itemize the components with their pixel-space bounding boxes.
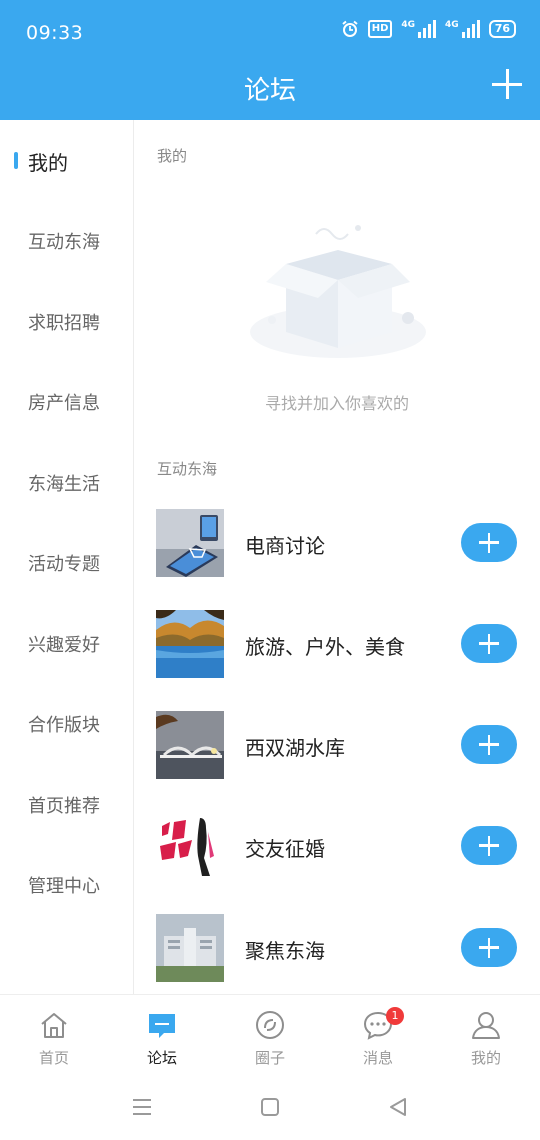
sidebar-item-recommend[interactable]: 首页推荐 bbox=[0, 764, 133, 844]
bottom-tab-bar: 首页 论坛 圈子 1 消息 我的 bbox=[0, 994, 540, 1078]
alarm-icon bbox=[342, 20, 358, 37]
profile-icon bbox=[472, 1012, 500, 1039]
sidebar-item-label: 活动专题 bbox=[28, 554, 100, 575]
forum-thumbnail bbox=[156, 610, 224, 678]
join-forum-button[interactable] bbox=[461, 624, 517, 663]
add-post-button[interactable] bbox=[492, 69, 522, 99]
sidebar-item-label: 求职招聘 bbox=[28, 313, 100, 334]
sidebar-item-label: 兴趣爱好 bbox=[28, 635, 100, 656]
join-forum-button[interactable] bbox=[461, 725, 517, 764]
sidebar-item-label: 首页推荐 bbox=[28, 796, 100, 817]
home-square-icon[interactable] bbox=[259, 1096, 281, 1118]
forum-row-travel[interactable]: 旅游、户外、美食 bbox=[134, 610, 540, 678]
unread-badge: 1 bbox=[386, 1007, 404, 1025]
section-title-my: 我的 bbox=[157, 147, 188, 165]
signal-icon: 4G bbox=[401, 20, 437, 38]
tab-circle[interactable]: 圈子 bbox=[216, 995, 324, 1079]
forum-row-focus[interactable]: 聚焦东海 bbox=[134, 914, 540, 982]
section-title-interact: 互动东海 bbox=[157, 460, 218, 478]
tab-forum[interactable]: 论坛 bbox=[108, 995, 216, 1079]
tab-label: 首页 bbox=[38, 1049, 69, 1067]
sidebar-item-events[interactable]: 活动专题 bbox=[0, 522, 133, 602]
sidebar-item-interact[interactable]: 互动东海 bbox=[0, 200, 133, 280]
hd-indicator: HD bbox=[367, 20, 393, 38]
circle-icon bbox=[256, 1011, 284, 1039]
forum-name: 电商讨论 bbox=[245, 534, 325, 558]
back-icon[interactable] bbox=[387, 1096, 409, 1118]
sidebar-item-label: 合作版块 bbox=[28, 715, 100, 736]
tab-profile[interactable]: 我的 bbox=[432, 995, 540, 1079]
sidebar-item-jobs[interactable]: 求职招聘 bbox=[0, 281, 133, 361]
system-nav-bar bbox=[0, 1078, 540, 1140]
page-title: 论坛 bbox=[243, 76, 296, 106]
join-forum-button[interactable] bbox=[461, 826, 517, 865]
home-icon bbox=[41, 1013, 67, 1038]
sidebar-item-partners[interactable]: 合作版块 bbox=[0, 683, 133, 763]
active-indicator bbox=[14, 152, 18, 169]
sidebar-item-label: 我的 bbox=[28, 151, 68, 175]
status-time: 09:33 bbox=[26, 22, 84, 44]
forum-thumbnail bbox=[156, 812, 224, 880]
forum-name: 聚焦东海 bbox=[245, 939, 325, 963]
forum-row-reservoir[interactable]: 西双湖水库 bbox=[134, 711, 540, 779]
sidebar-item-label: 房产信息 bbox=[28, 393, 100, 414]
sidebar-item-label: 互动东海 bbox=[28, 232, 100, 253]
forum-thumbnail bbox=[156, 914, 224, 982]
forum-name: 旅游、户外、美食 bbox=[245, 635, 405, 659]
tab-label: 论坛 bbox=[146, 1049, 177, 1067]
tab-home[interactable]: 首页 bbox=[0, 995, 108, 1079]
forum-name: 交友征婚 bbox=[245, 837, 325, 861]
forum-icon bbox=[149, 1014, 175, 1038]
empty-box-illustration bbox=[250, 225, 426, 358]
forum-thumbnail bbox=[156, 711, 224, 779]
tab-label: 我的 bbox=[470, 1049, 501, 1067]
join-forum-button[interactable] bbox=[461, 928, 517, 967]
sidebar-item-life[interactable]: 东海生活 bbox=[0, 442, 133, 522]
empty-state-text: 寻找并加入你喜欢的 bbox=[264, 394, 409, 413]
sidebar-item-label: 东海生活 bbox=[28, 474, 100, 495]
sidebar-item-my[interactable]: 我的 bbox=[0, 120, 133, 200]
forum-name: 西双湖水库 bbox=[245, 736, 345, 760]
tab-label: 消息 bbox=[362, 1049, 393, 1067]
forum-thumbnail bbox=[156, 509, 224, 577]
signal-icon-2: 4G bbox=[445, 20, 480, 38]
menu-icon[interactable] bbox=[131, 1096, 153, 1118]
join-forum-button[interactable] bbox=[461, 523, 517, 562]
title-bar: 论坛 bbox=[0, 62, 540, 120]
forum-row-dating[interactable]: 交友征婚 bbox=[134, 812, 540, 880]
tab-messages[interactable]: 1 消息 bbox=[324, 995, 432, 1079]
category-sidebar: 我的 互动东海 求职招聘 房产信息 东海生活 活动专题 兴趣爱好 合作版块 首页… bbox=[0, 120, 134, 994]
forum-content: 我的 寻找并加入你喜欢的 互动东海 电商讨论 旅游、户外、美食 西双湖水库 交友… bbox=[134, 120, 540, 994]
sidebar-item-label: 管理中心 bbox=[28, 876, 100, 897]
battery-icon: 76 bbox=[488, 20, 516, 38]
status-bar: 09:33 HD 4G 4G 76 bbox=[0, 0, 540, 62]
sidebar-item-admin[interactable]: 管理中心 bbox=[0, 844, 133, 924]
status-icons: HD 4G 4G 76 bbox=[341, 20, 516, 38]
sidebar-item-hobbies[interactable]: 兴趣爱好 bbox=[0, 603, 133, 683]
forum-row-ecommerce[interactable]: 电商讨论 bbox=[134, 509, 540, 577]
tab-label: 圈子 bbox=[254, 1049, 285, 1067]
sidebar-item-housing[interactable]: 房产信息 bbox=[0, 361, 133, 441]
